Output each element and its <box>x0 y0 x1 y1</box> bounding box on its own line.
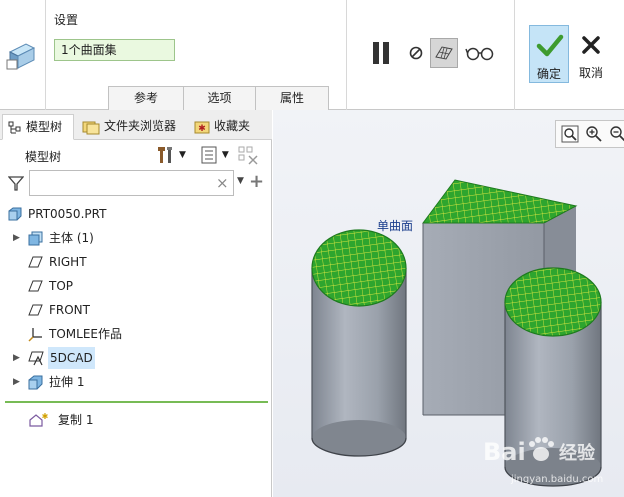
tree-item-label: 拉伸 1 <box>49 375 85 389</box>
pause-icon-bar <box>383 42 389 64</box>
tree-item-label: TOMLEE作品 <box>49 327 122 341</box>
tree-item-label: 复制 1 <box>58 413 94 427</box>
tree-toolbar: ▼ ▼ <box>155 144 259 166</box>
surface-set-collector[interactable]: 1个曲面集 <box>54 39 175 61</box>
no-preview-icon <box>409 46 423 60</box>
glasses-icon <box>465 47 494 61</box>
dashboard-tabs: 参考 选项 属性 <box>108 86 329 110</box>
ribbon-separator <box>45 0 46 110</box>
ribbon-separator <box>346 0 347 110</box>
body-icon <box>28 231 43 246</box>
tab-favorites-label: 收藏夹 <box>214 119 251 133</box>
add-filter-icon[interactable]: + <box>249 171 264 192</box>
copy-surface-feature-icon <box>6 43 36 70</box>
svg-text:✱: ✱ <box>198 124 206 134</box>
watermark-brand: Bai <box>483 438 526 466</box>
view-toolbar <box>555 120 624 148</box>
tree-item-label-highlighted: 5DCAD <box>48 347 95 369</box>
model-tree-title: 模型树 <box>25 150 62 164</box>
cancel-button[interactable]: 取消 <box>571 25 611 83</box>
settings-group-title: 设置 <box>54 13 79 27</box>
show-columns-icon[interactable] <box>200 145 218 165</box>
copy-feature-icon: ✱ <box>29 412 48 427</box>
folder-icon <box>82 121 100 134</box>
left-cylinder[interactable] <box>311 229 407 457</box>
paw-icon <box>529 437 554 461</box>
zoom-in-icon[interactable] <box>585 125 603 143</box>
tree-settings-tools-icon[interactable] <box>155 145 177 165</box>
navigator-panel: 模型树 文件夹浏览器 ✱ 收藏夹 模型树 ▼ ▼ × ▼ + PRT0050.P… <box>0 110 272 497</box>
tree-filter-row: × ▼ + <box>8 170 268 196</box>
part-icon <box>8 207 22 221</box>
ribbon-separator <box>514 0 515 110</box>
feature-dashboard: 设置 1个曲面集 参考 选项 属性 确定 取消 <box>0 0 624 110</box>
left-cylinder-top-surface[interactable] <box>311 229 407 307</box>
block-top-surface[interactable] <box>422 179 578 224</box>
no-preview-button[interactable] <box>406 38 426 68</box>
tree-item-copy[interactable]: ✱ 复制 1 <box>0 409 272 431</box>
tab-properties[interactable]: 属性 <box>255 86 329 110</box>
model-tree-icon <box>8 121 21 133</box>
tree-item-right[interactable]: RIGHT <box>0 251 272 273</box>
tree-item-body[interactable]: ▶ 主体 (1) <box>0 227 272 249</box>
filter-icon[interactable] <box>8 175 24 191</box>
tab-folder-browser[interactable]: 文件夹浏览器 <box>80 114 176 140</box>
datum-plane-icon <box>28 256 43 268</box>
tab-references[interactable]: 参考 <box>108 86 184 110</box>
tree-item-label: 主体 (1) <box>49 231 94 245</box>
tree-item-label: RIGHT <box>49 255 87 269</box>
tree-item-label: TOP <box>49 279 74 293</box>
cancel-label: 取消 <box>578 66 603 80</box>
expand-arrow-icon[interactable]: ▶ <box>13 347 20 369</box>
check-icon <box>536 34 564 57</box>
single-surface-annotation: 单曲面 <box>377 219 414 233</box>
watermark-url: jingyan.baidu.com <box>510 474 603 485</box>
tree-item-csys[interactable]: TOMLEE作品 <box>0 323 272 345</box>
csys-icon <box>28 328 42 342</box>
ok-label: 确定 <box>536 67 561 81</box>
baidu-watermark-logo: Bai 经验 jingyan.baidu.com <box>483 437 603 485</box>
chevron-down-icon[interactable]: ▼ <box>179 150 186 160</box>
chevron-down-icon[interactable]: ▼ <box>222 150 229 160</box>
tab-options[interactable]: 选项 <box>183 86 256 110</box>
tree-item-part[interactable]: PRT0050.PRT <box>0 203 272 225</box>
zoom-out-icon[interactable] <box>609 125 624 143</box>
tree-item-label: FRONT <box>49 303 90 317</box>
tab-model-tree-label: 模型树 <box>26 120 63 134</box>
verify-mesh-icon <box>435 46 453 60</box>
feature-preview-button[interactable] <box>464 38 496 68</box>
watermark-cn-text: 经验 <box>559 442 596 464</box>
verify-preview-button[interactable] <box>430 38 458 68</box>
tree-search-input[interactable] <box>29 170 234 196</box>
sketch-icon <box>28 351 44 366</box>
tree-item-front[interactable]: FRONT <box>0 299 272 321</box>
refit-icon[interactable] <box>561 125 579 143</box>
pause-icon <box>373 42 379 64</box>
extrude-icon <box>28 375 43 390</box>
tree-item-extrude[interactable]: ▶ 拉伸 1 <box>0 371 272 393</box>
expand-arrow-icon[interactable]: ▶ <box>13 371 20 393</box>
tree-item-top[interactable]: TOP <box>0 275 272 297</box>
tree-filter-disabled-icon <box>238 146 258 165</box>
graphics-window[interactable]: 单曲面 Bai 经验 jingyan.baidu.com <box>273 110 624 497</box>
datum-plane-icon <box>28 304 43 316</box>
svg-text:✱: ✱ <box>42 412 48 421</box>
expand-arrow-icon[interactable]: ▶ <box>13 227 20 249</box>
clear-search-icon[interactable]: × <box>216 174 229 192</box>
right-cylinder-top-surface[interactable] <box>504 267 602 337</box>
navigator-tabs: 模型树 文件夹浏览器 ✱ 收藏夹 <box>0 110 272 140</box>
datum-plane-icon <box>28 280 43 292</box>
close-icon <box>582 36 600 54</box>
tree-item-label: PRT0050.PRT <box>28 207 107 221</box>
tab-folder-browser-label: 文件夹浏览器 <box>104 119 177 133</box>
favorites-folder-icon: ✱ <box>194 121 210 134</box>
tab-model-tree[interactable]: 模型树 <box>2 114 74 140</box>
insert-here-indicator[interactable] <box>5 401 268 403</box>
tab-favorites[interactable]: ✱ 收藏夹 <box>192 114 250 140</box>
tree-item-sketch[interactable]: ▶ 5DCAD <box>0 347 272 369</box>
pause-button[interactable] <box>368 38 394 68</box>
chevron-down-icon[interactable]: ▼ <box>237 176 244 186</box>
ok-button[interactable]: 确定 <box>529 25 569 83</box>
